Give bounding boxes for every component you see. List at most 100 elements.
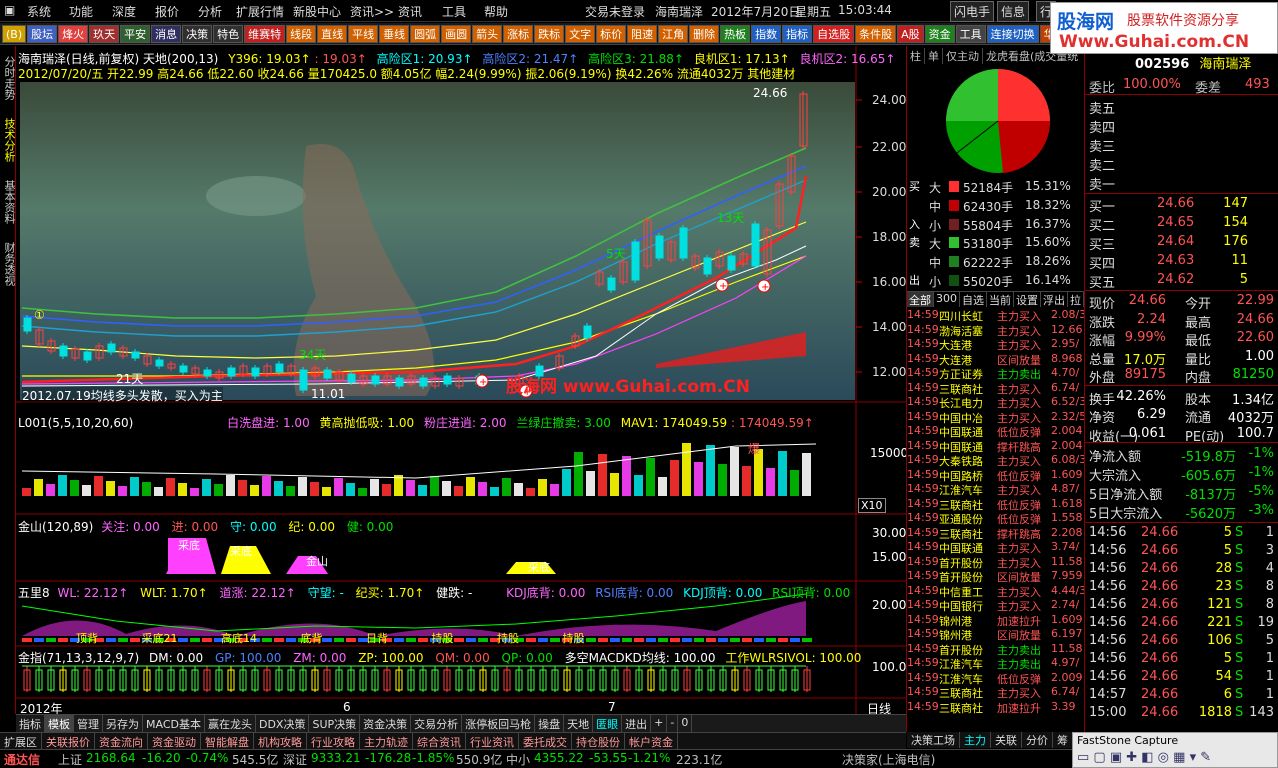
flow-list-item[interactable]: 14:59 中国路桥 低位反弹 1.609 (907, 468, 1085, 483)
flow-list-item[interactable]: 14:59 江淮汽车 主力卖出 4.97/ (907, 656, 1085, 671)
toolbar-btn-18[interactable]: 文字 (565, 24, 596, 43)
menu-depth[interactable]: 深度 (112, 3, 136, 20)
toolbar-btn-16[interactable]: 涨标 (503, 24, 534, 43)
ext-tab-1[interactable]: 关联报价 (42, 733, 95, 749)
menu-analysis[interactable]: 分析 (198, 3, 222, 20)
ext-tab-0[interactable]: 扩展区 (0, 733, 42, 749)
flow-filter-4[interactable]: 设置 (1014, 292, 1041, 307)
tab-financial[interactable]: 财务透视 (1, 236, 16, 292)
flow-list-item[interactable]: 14:59 中信重工 主力买入 4.44/3 (907, 584, 1085, 599)
flow-list-item[interactable]: 14:59 三联商社 撑杆跳高 2.208 (907, 526, 1085, 541)
indicator-tab-15[interactable]: + (651, 715, 668, 732)
toolbar-btn-21[interactable]: 江角 (658, 24, 689, 43)
indicator-tab-10[interactable]: 涨停板回马枪 (462, 715, 536, 732)
toolbar-btn-19[interactable]: 标价 (596, 24, 627, 43)
ext-tab-11[interactable]: 持仓股份 (572, 733, 625, 749)
indicator-tab-14[interactable]: 进出 (622, 715, 652, 732)
indicator-tab-3[interactable]: 另存为 (103, 715, 143, 732)
toolbar-btn-1[interactable]: 股坛 (27, 24, 58, 43)
indicator-tab-6[interactable]: DDX决策 (256, 715, 310, 732)
chart-canvas[interactable]: 24.0022.0020.0018.0016.0014.0012.00 + +++ (16, 46, 906, 714)
flow-list-item[interactable]: 14:59 锦州港 加速拉升 1.609 (907, 613, 1085, 628)
menu-function[interactable]: 功能 (69, 3, 93, 20)
ext-tab-6[interactable]: 行业攻略 (307, 733, 360, 749)
tab-intraday[interactable]: 分时走势 (1, 50, 16, 106)
flow-list-item[interactable]: 14:59 大连港 区间放量 8.968 (907, 352, 1085, 367)
toolbar-btn-22[interactable]: 删除 (689, 24, 720, 43)
menu-help[interactable]: 帮助 (484, 3, 508, 20)
flow-list-item[interactable]: 14:59 三联商社 主力买入 6.74/ (907, 685, 1085, 700)
flow-list-item[interactable]: 14:59 锦州港 区间放量 6.197 (907, 627, 1085, 642)
flow-list-item[interactable]: 14:59 三联商社 加速拉升 3.39 (907, 700, 1085, 715)
flow-list-item[interactable]: 14:59 江淮汽车 主力买入 4.87/ (907, 482, 1085, 497)
toolbar-btn-7[interactable]: 特色 (213, 24, 244, 43)
flow-filter-5[interactable]: 浮出 (1041, 292, 1068, 307)
ext-tab-7[interactable]: 主力轨迹 (360, 733, 413, 749)
toolbar-btn-29[interactable]: 资金 (924, 24, 955, 43)
rp1-tab-single[interactable]: 单 (925, 48, 943, 64)
flow-list-item[interactable]: 14:59 亚通股份 低位反弹 1.558 (907, 511, 1085, 526)
indicator-tab-7[interactable]: SUP决策 (309, 715, 361, 732)
capture-tools-icon[interactable]: ▭ ▢ ▣ ✚ ◧ ◎ ▦ ▾ ✎ (1077, 750, 1211, 765)
rp1-bottom-tab-0[interactable]: 决策工场 (907, 732, 960, 748)
toolbar-btn-17[interactable]: 跌标 (534, 24, 565, 43)
flash-trade-button[interactable]: 闪电手 (950, 1, 995, 22)
toolbar-btn-30[interactable]: 工具 (955, 24, 986, 43)
flow-list-item[interactable]: 14:59 江淮汽车 低位反弹 2.009 (907, 671, 1085, 686)
indicator-tab-9[interactable]: 交易分析 (411, 715, 463, 732)
menu-news-more[interactable]: 资讯>> (350, 3, 394, 20)
ext-tab-8[interactable]: 综合资讯 (413, 733, 466, 749)
flow-list-item[interactable]: 14:59 大秦铁路 主力买入 6.08/3 (907, 453, 1085, 468)
flow-filter-1[interactable]: 300 (934, 292, 960, 307)
flow-list-item[interactable]: 14:59 长江电力 主力买入 6.52/3 (907, 395, 1085, 410)
tab-technical[interactable]: 技术分析 (1, 112, 16, 168)
menu-quote[interactable]: 报价 (155, 3, 179, 20)
toolbar-btn-8[interactable]: 维赛特 (244, 24, 286, 43)
indicator-tab-17[interactable]: 0 (678, 715, 693, 732)
toolbar-btn-15[interactable]: 箭头 (472, 24, 503, 43)
toolbar-btn-3[interactable]: 玖天 (89, 24, 120, 43)
indicator-tab-0[interactable]: 指标 (16, 715, 45, 732)
indicator-tab-2[interactable]: 管理 (74, 715, 103, 732)
flow-list-item[interactable]: 14:59 首开股份 区间放量 7.959 (907, 569, 1085, 584)
volume-scale-button[interactable]: X10 (858, 498, 886, 513)
rp1-bottom-tab-1[interactable]: 主力 (960, 732, 991, 748)
flow-filter-0[interactable]: 全部 (907, 292, 934, 307)
toolbar-btn-28[interactable]: A股 (897, 24, 924, 43)
app-logo-icon[interactable]: ▣ (4, 3, 15, 17)
indicator-tab-12[interactable]: 天地 (564, 715, 594, 732)
flow-list-item[interactable]: 14:59 四川长虹 主力买入 2.08/3 (907, 308, 1085, 323)
flow-list-item[interactable]: 14:59 渤海活塞 主力买入 12.66 (907, 323, 1085, 338)
ext-tab-12[interactable]: 帐户资金 (625, 733, 678, 749)
toolbar-btn-20[interactable]: 阻速 (627, 24, 658, 43)
toolbar-btn-25[interactable]: 指标 (782, 24, 813, 43)
flow-filter-6[interactable]: 拉 (1068, 292, 1084, 307)
rp1-tab-bar[interactable]: 柱 (907, 48, 925, 64)
rp1-bottom-tab-3[interactable]: 分价 (1022, 732, 1053, 748)
toolbar-btn-0[interactable]: (B) (2, 24, 27, 43)
menu-news[interactable]: 资讯 (398, 3, 422, 20)
toolbar-btn-10[interactable]: 直线 (317, 24, 348, 43)
rp1-tab-active[interactable]: 仅主动 (943, 48, 983, 64)
toolbar-btn-5[interactable]: 消息 (151, 24, 182, 43)
toolbar-btn-23[interactable]: 热板 (720, 24, 751, 43)
toolbar-btn-11[interactable]: 平线 (348, 24, 379, 43)
flow-list-item[interactable]: 14:59 首开股份 主力买入 11.58 (907, 555, 1085, 570)
flow-list-item[interactable]: 14:59 方正证券 主力卖出 4.70/ (907, 366, 1085, 381)
menu-tools[interactable]: 工具 (442, 3, 466, 20)
rp1-bottom-tab-4[interactable]: 筹 (1053, 732, 1073, 748)
ext-tab-3[interactable]: 资金驱动 (148, 733, 201, 749)
toolbar-btn-9[interactable]: 线段 (286, 24, 317, 43)
indicator-tab-11[interactable]: 操盘 (535, 715, 565, 732)
indicator-tab-5[interactable]: 赢在龙头 (205, 715, 256, 732)
toolbar-btn-31[interactable]: 连接切换 (986, 24, 1039, 43)
toolbar-btn-4[interactable]: 平安 (120, 24, 151, 43)
toolbar-btn-2[interactable]: 烽火 (58, 24, 89, 43)
ext-tab-4[interactable]: 智能解盘 (201, 733, 254, 749)
rp1-bottom-tab-2[interactable]: 关联 (991, 732, 1022, 748)
flow-list-item[interactable]: 14:59 中国联通 主力买入 3.74/ (907, 540, 1085, 555)
flow-list-item[interactable]: 14:59 中国银行 主力买入 2.74/ (907, 598, 1085, 613)
flow-list-item[interactable]: 14:59 三联商社 主力买入 6.74/ (907, 381, 1085, 396)
menu-ext-quote[interactable]: 扩展行情 (236, 3, 284, 20)
indicator-tab-4[interactable]: MACD基本 (143, 715, 205, 732)
